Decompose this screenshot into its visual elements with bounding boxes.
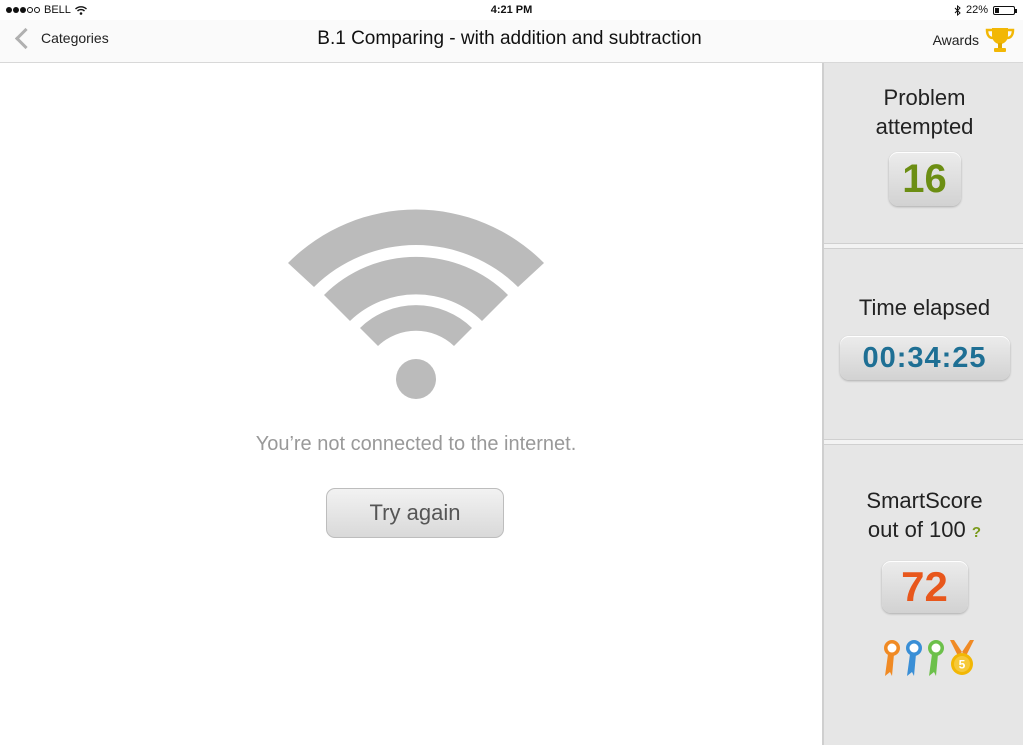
bluetooth-icon	[954, 4, 961, 16]
problems-attempted-value: 16	[888, 152, 961, 206]
award-ribbons: 5	[882, 638, 976, 678]
smartscore-value: 72	[881, 561, 968, 613]
battery-percent: 22%	[965, 4, 988, 16]
stats-sidebar: Problem attempted 16 Time elapsed 00:34:…	[822, 63, 1023, 745]
smartscore-help-icon[interactable]: ?	[972, 524, 981, 541]
panel-divider	[824, 439, 1023, 445]
medal-number: 5	[959, 658, 966, 672]
time-elapsed-value: 00:34:25	[839, 336, 1010, 380]
status-bar: BELL 4:21 PM 22%	[0, 0, 1023, 20]
orange-ribbon-icon	[884, 640, 900, 676]
main-content: You’re not connected to the internet. Tr…	[0, 63, 822, 745]
time-elapsed-label: Time elapsed	[858, 295, 991, 320]
smartscore-label-line1: SmartScore	[866, 488, 983, 513]
try-again-button[interactable]: Try again	[326, 488, 504, 538]
blue-ribbon-icon	[906, 640, 922, 676]
gold-medal-icon: 5	[950, 640, 974, 675]
smartscore-label-line2: out of 100	[867, 517, 966, 542]
smartscore-panel: SmartScore out of 100 ? 72	[824, 486, 1023, 613]
smartscore-label-line2-row: out of 100 ?	[824, 515, 1023, 547]
navigation-bar: Categories B.1 Comparing - with addition…	[0, 20, 1023, 63]
trophy-icon	[985, 28, 1015, 52]
time-elapsed-panel: Time elapsed 00:34:25	[824, 293, 1023, 380]
green-ribbon-icon	[928, 640, 944, 676]
page-title: B.1 Comparing - with addition and subtra…	[317, 28, 702, 49]
awards-button[interactable]: Awards	[933, 26, 1015, 54]
status-time: 4:21 PM	[490, 4, 533, 16]
awards-label: Awards	[932, 32, 979, 48]
wifi-disconnected-icon	[288, 209, 544, 399]
problems-label-line2: attempted	[875, 114, 974, 139]
problems-label-line1: Problem	[883, 85, 966, 110]
offline-message: You’re not connected to the internet.	[255, 433, 577, 455]
battery-icon	[993, 5, 1017, 15]
problems-attempted-panel: Problem attempted 16	[824, 83, 1023, 206]
panel-divider	[824, 243, 1023, 249]
status-bar-right: 22%	[954, 4, 1017, 16]
